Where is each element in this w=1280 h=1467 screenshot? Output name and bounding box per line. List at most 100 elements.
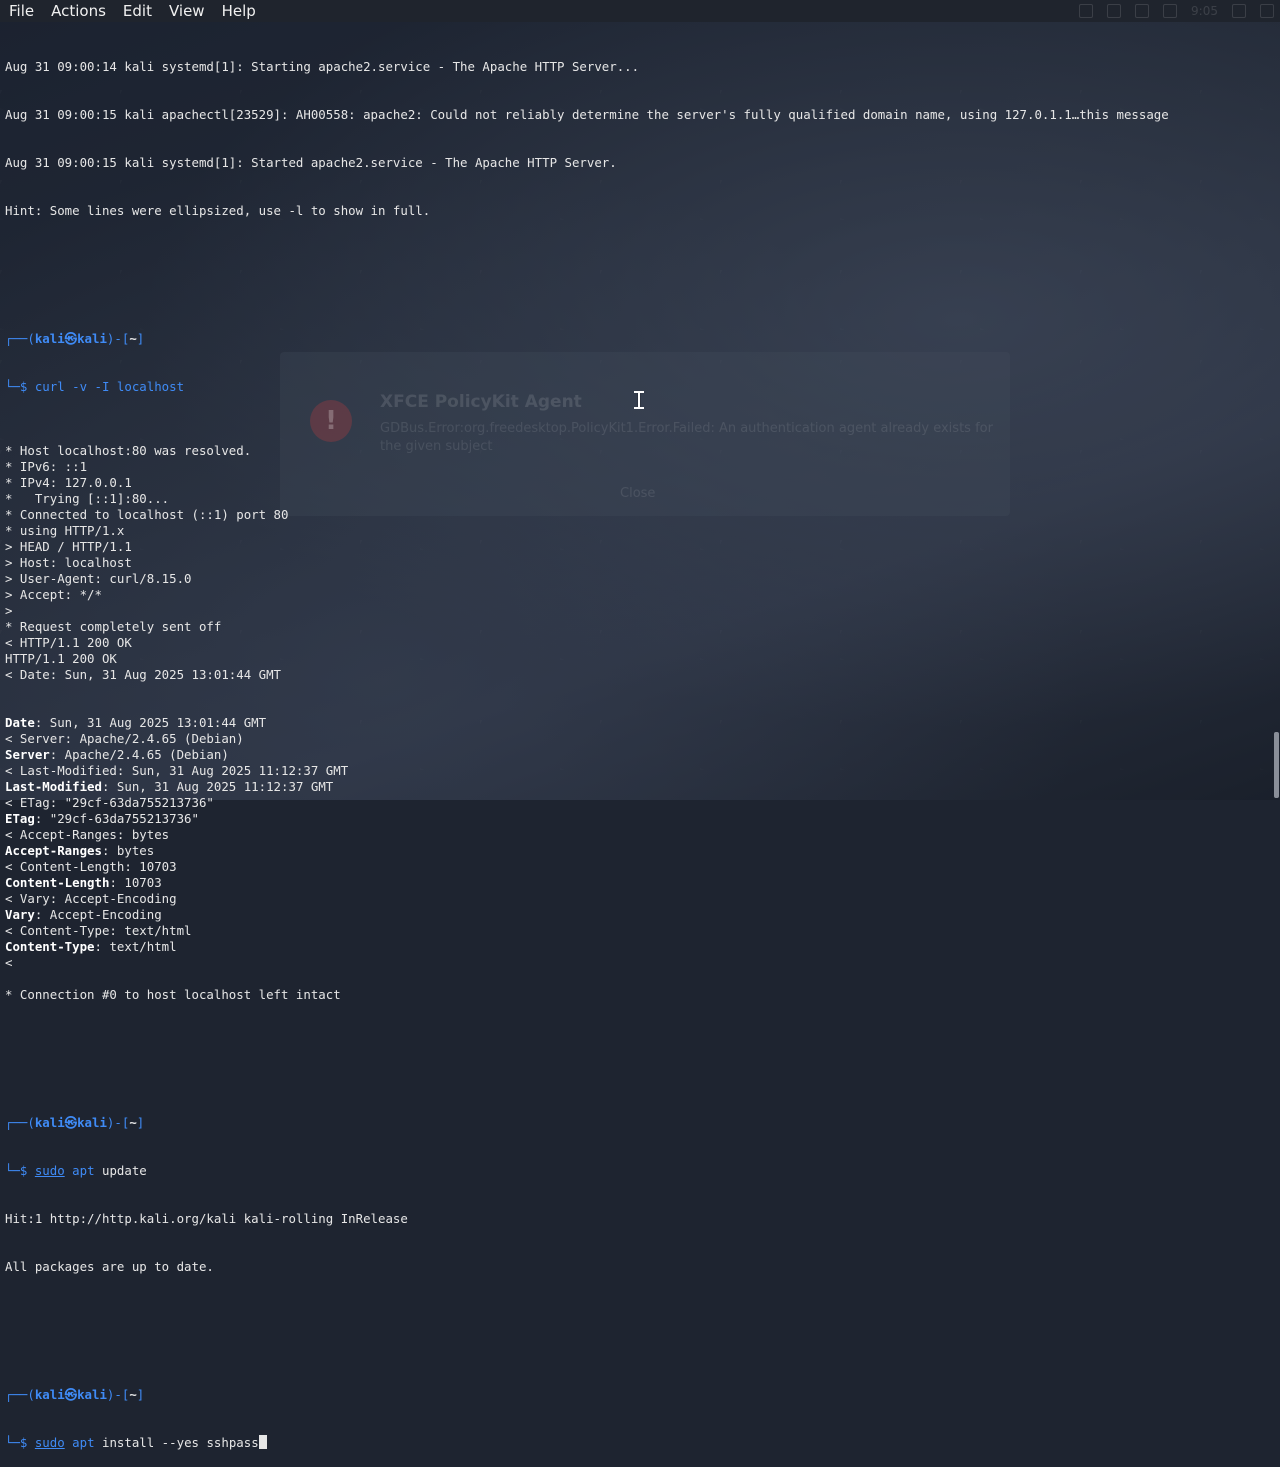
prompt-bracket: ] bbox=[136, 1387, 145, 1402]
command-line: └─$ sudo apt update bbox=[5, 1163, 1260, 1179]
menu-file[interactable]: File bbox=[0, 0, 42, 22]
prompt-top: ┌──(kali㉿kali)-[~] bbox=[5, 1115, 1260, 1131]
log-line: Hint: Some lines were ellipsized, use -l… bbox=[5, 203, 431, 218]
curl-output-line: * Request completely sent off bbox=[5, 619, 222, 634]
volume-icon bbox=[1107, 4, 1122, 18]
prompt-top: ┌──(kali㉿kali)-[~] bbox=[5, 1387, 1260, 1403]
response-header-line: Content-Length: 10703 bbox=[5, 875, 1260, 891]
system-tray-faded: 9:05 bbox=[1079, 0, 1274, 22]
prompt-user: kali㉿kali bbox=[34, 1387, 107, 1402]
curl-output-line: < Date: Sun, 31 Aug 2025 13:01:44 GMT bbox=[5, 667, 282, 682]
header-name: ETag bbox=[5, 811, 35, 826]
prompt-top: ┌──(kali㉿kali)-[~] bbox=[5, 331, 1260, 347]
response-header-line: Accept-Ranges: bytes bbox=[5, 843, 1260, 859]
apt-output-line: Hit:1 http://http.kali.org/kali kali-rol… bbox=[5, 1211, 408, 1226]
scrollbar-thumb[interactable] bbox=[1274, 732, 1279, 798]
command-sudo: sudo bbox=[34, 1163, 65, 1178]
header-name: Content-Type bbox=[5, 939, 95, 954]
text-cursor bbox=[258, 1435, 267, 1449]
log-line: Aug 31 09:00:14 kali systemd[1]: Startin… bbox=[5, 59, 640, 74]
prompt-bracket: )-[ bbox=[106, 331, 130, 346]
response-header-line: Content-Type: text/html bbox=[5, 939, 1260, 955]
curl-output-line: < Server: Apache/2.4.65 (Debian) bbox=[5, 731, 244, 746]
log-line: Aug 31 09:00:15 kali apachectl[23529]: A… bbox=[5, 107, 1169, 122]
curl-output: * Host localhost:80 was resolved. * IPv6:… bbox=[5, 443, 1260, 683]
curl-headers: Date: Sun, 31 Aug 2025 13:01:44 GMT < Ser… bbox=[5, 715, 1260, 1003]
display-icon bbox=[1079, 4, 1094, 18]
header-value: : text/html bbox=[94, 939, 177, 954]
curl-output-line: < Content-Length: 10703 bbox=[5, 859, 177, 874]
command-args: update bbox=[94, 1163, 147, 1178]
menu-view[interactable]: View bbox=[160, 0, 213, 22]
curl-output-line: < Content-Type: text/html bbox=[5, 923, 192, 938]
curl-output-line: * Trying [::1]:80... bbox=[5, 491, 170, 506]
header-value: : 10703 bbox=[109, 875, 162, 890]
command-line-active[interactable]: └─$ sudo apt install --yes sshpass bbox=[5, 1435, 1260, 1451]
command-line: └─$ curl -v -I localhost bbox=[5, 379, 1260, 395]
header-value: : Accept-Encoding bbox=[34, 907, 162, 922]
prompt-bracket: )-[ bbox=[106, 1115, 130, 1130]
prompt-dir: ~ bbox=[129, 331, 137, 346]
clock: 9:05 bbox=[1191, 4, 1218, 18]
terminal-menubar: File Actions Edit View Help 9:05 bbox=[0, 0, 1280, 22]
log-line: Aug 31 09:00:15 kali systemd[1]: Started… bbox=[5, 155, 617, 170]
curl-output-line: < HTTP/1.1 200 OK bbox=[5, 635, 132, 650]
prompt-symbol: └─$ bbox=[5, 1163, 35, 1178]
curl-output-line: > bbox=[5, 603, 13, 618]
response-header-line: Vary: Accept-Encoding bbox=[5, 907, 1260, 923]
response-header-line: Last-Modified: Sun, 31 Aug 2025 11:12:37… bbox=[5, 779, 1260, 795]
curl-output-line: > User-Agent: curl/8.15.0 bbox=[5, 571, 192, 586]
command-sudo: sudo bbox=[34, 1435, 65, 1450]
power-icon bbox=[1260, 4, 1274, 18]
header-name: Content-Length bbox=[5, 875, 110, 890]
lock-icon bbox=[1232, 4, 1246, 18]
header-name: Accept-Ranges bbox=[5, 843, 102, 858]
prompt-symbol: └─$ bbox=[5, 1435, 35, 1450]
menu-edit[interactable]: Edit bbox=[114, 0, 160, 22]
prompt-bracket: ] bbox=[136, 331, 145, 346]
header-value: : Apache/2.4.65 (Debian) bbox=[49, 747, 229, 762]
menu-actions[interactable]: Actions bbox=[42, 0, 114, 22]
prompt-bracket: )-[ bbox=[106, 1387, 130, 1402]
prompt-bracket: ┌──( bbox=[5, 1387, 35, 1402]
curl-output-line: < Accept-Ranges: bytes bbox=[5, 827, 170, 842]
curl-output-line: * IPv4: 127.0.0.1 bbox=[5, 475, 132, 490]
prompt-dir: ~ bbox=[129, 1115, 137, 1130]
mouse-ibeam-cursor bbox=[634, 391, 644, 409]
header-name: Last-Modified bbox=[5, 779, 102, 794]
header-name: Vary bbox=[5, 907, 35, 922]
curl-output-line: > Host: localhost bbox=[5, 555, 132, 570]
curl-output-line: < bbox=[5, 955, 13, 970]
terminal-scrollbar[interactable] bbox=[1272, 22, 1280, 800]
curl-output-line bbox=[5, 971, 1260, 987]
prompt-bracket: ┌──( bbox=[5, 331, 35, 346]
response-header-line: Server: Apache/2.4.65 (Debian) bbox=[5, 747, 1260, 763]
command-args: install --yes sshpass bbox=[94, 1435, 259, 1450]
curl-output-line: < ETag: "29cf-63da755213736" bbox=[5, 795, 214, 810]
prompt-user: kali㉿kali bbox=[34, 331, 107, 346]
curl-output-line: * Connection #0 to host localhost left i… bbox=[5, 987, 341, 1002]
header-value: : Sun, 31 Aug 2025 13:01:44 GMT bbox=[34, 715, 267, 730]
prompt-symbol: └─$ bbox=[5, 379, 35, 394]
prompt-bracket: ┌──( bbox=[5, 1115, 35, 1130]
curl-output-line: * Host localhost:80 was resolved. bbox=[5, 443, 252, 458]
apt-output-line: All packages are up to date. bbox=[5, 1259, 214, 1274]
curl-output-line: * IPv6: ::1 bbox=[5, 459, 88, 474]
prompt-user: kali㉿kali bbox=[34, 1115, 107, 1130]
curl-output-line: > Accept: */* bbox=[5, 587, 102, 602]
curl-output-line: < Vary: Accept-Encoding bbox=[5, 891, 177, 906]
response-header-line: Date: Sun, 31 Aug 2025 13:01:44 GMT bbox=[5, 715, 1260, 731]
command-text: curl -v -I localhost bbox=[34, 379, 185, 394]
menu-help[interactable]: Help bbox=[213, 0, 264, 22]
curl-output-line: * using HTTP/1.x bbox=[5, 523, 125, 538]
prompt-bracket: ] bbox=[136, 1115, 145, 1130]
header-value: : "29cf-63da755213736" bbox=[34, 811, 199, 826]
header-name: Server bbox=[5, 747, 50, 762]
notification-bell-icon bbox=[1135, 4, 1150, 18]
header-value: : bytes bbox=[101, 843, 155, 858]
header-name: Date bbox=[5, 715, 35, 730]
prompt-dir: ~ bbox=[129, 1387, 137, 1402]
terminal-output[interactable]: Aug 31 09:00:14 kali systemd[1]: Startin… bbox=[5, 27, 1260, 1467]
